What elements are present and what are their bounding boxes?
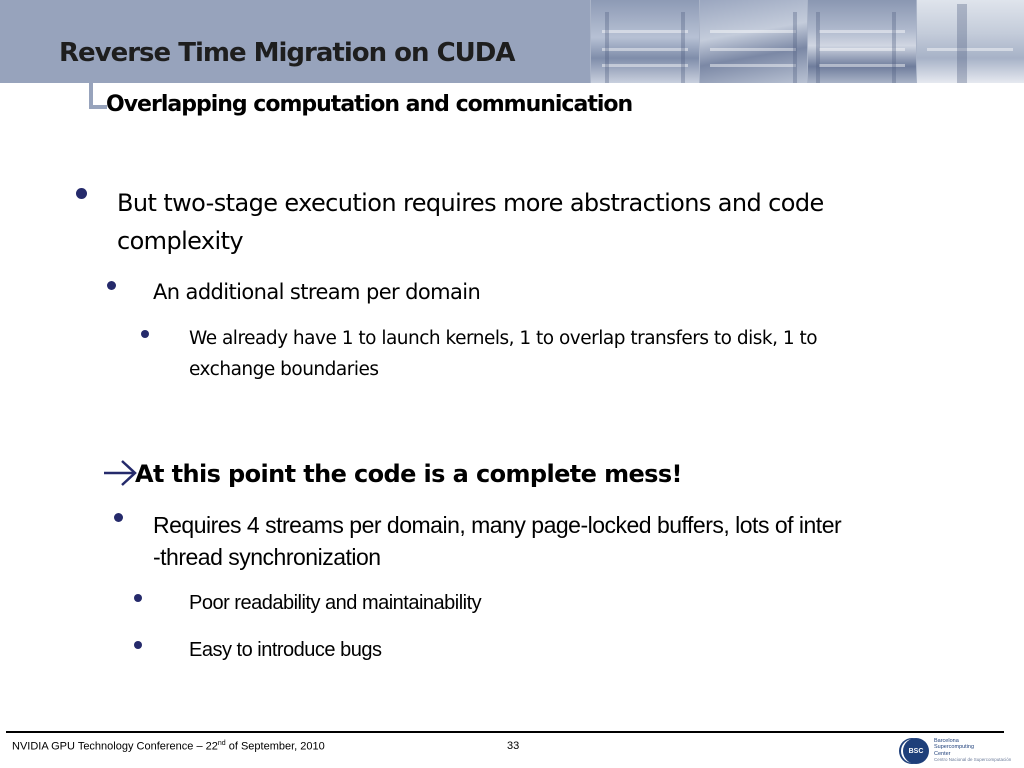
bullet-icon	[107, 281, 116, 290]
footer-conference-suffix: of September, 2010	[225, 740, 325, 753]
page-number: 33	[507, 740, 520, 752]
building-photo-3	[807, 0, 916, 83]
sub-bullet-text: Easy to introduce bugs	[189, 639, 382, 661]
bullet-text-line: Requires 4 streams per domain, many page…	[153, 512, 842, 538]
building-photo-4	[915, 0, 1024, 83]
bsc-logo: BSC Barcelona Supercomputing Center Cent…	[900, 737, 1020, 765]
footer-divider	[6, 731, 1004, 733]
bsc-logo-icon: BSC	[903, 738, 929, 764]
right-arrow-icon	[104, 460, 137, 486]
slide-title: Reverse Time Migration on CUDA	[59, 38, 515, 68]
bullet-text-line: An additional stream per domain	[153, 280, 481, 304]
building-photo-1	[590, 0, 699, 83]
bsc-logo-text: Barcelona Supercomputing Center Centro N…	[934, 738, 1011, 764]
bullet-icon	[76, 188, 87, 199]
slide-subtitle: Overlapping computation and communicatio…	[106, 92, 633, 117]
bullet-icon	[134, 641, 142, 649]
logo-line: Centro Nacional de Supercomputación	[934, 757, 1012, 763]
bullet-icon	[114, 513, 123, 522]
bullet-text-line: But two-stage execution requires more ab…	[117, 189, 824, 217]
bullet-text-line: We already have 1 to launch kernels, 1 t…	[189, 328, 818, 349]
bullet-icon	[134, 594, 142, 602]
footer-ordinal-suffix: nd	[217, 740, 226, 747]
bullet-text-line: exchange boundaries	[189, 359, 379, 380]
bullet-text-line: complexity	[117, 227, 244, 255]
sub-bullet-text: Poor readability and maintainability	[189, 592, 482, 614]
subtitle-bracket-decoration	[89, 83, 107, 109]
footer-conference-prefix: NVIDIA GPU Technology Conference – 22	[12, 740, 218, 753]
bullet-text-line: -thread synchronization	[153, 544, 381, 570]
footer-conference-text: NVIDIA GPU Technology Conference – 22nd …	[12, 740, 325, 753]
conclusion-text: At this point the code is a complete mes…	[135, 460, 682, 488]
photo-strip-banner	[590, 0, 1024, 83]
bullet-icon	[141, 330, 149, 338]
building-photo-2	[698, 0, 807, 83]
